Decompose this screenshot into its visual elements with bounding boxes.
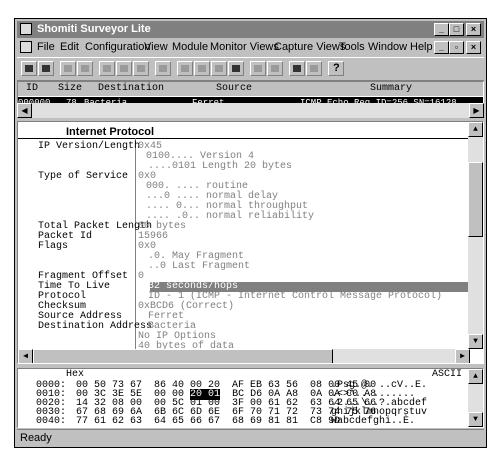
menu-bar: File Edit Configuration View Module Moni… xyxy=(17,39,484,56)
menu-file[interactable]: File xyxy=(37,41,55,53)
toolbar-print-button[interactable] xyxy=(38,61,54,76)
toolbar-graph-button[interactable] xyxy=(267,61,283,76)
toolbar-name-button[interactable] xyxy=(289,61,305,76)
menu-configuration[interactable]: Configuration xyxy=(85,41,150,53)
ascii-header: ASCII xyxy=(432,369,463,380)
close-button[interactable]: × xyxy=(466,23,481,36)
decode-scroll-thumb[interactable] xyxy=(468,162,483,237)
label-flags: Flags xyxy=(38,241,69,252)
toolbar-trigger-button[interactable] xyxy=(194,61,210,76)
menu-capture-views[interactable]: Capture Views xyxy=(274,41,345,53)
doc-restore-button[interactable]: ▫ xyxy=(449,41,464,54)
ascii-bytes[interactable]: wabcdefghi..È. xyxy=(331,416,415,427)
decode-scroll-right-button[interactable]: ▶ xyxy=(455,349,470,363)
toolbar-stats-button[interactable] xyxy=(250,61,266,76)
status-text: Ready xyxy=(20,432,52,444)
decode-hscroll-thumb[interactable] xyxy=(33,349,333,363)
hex-offset: 0040: xyxy=(36,416,67,427)
question-icon: ? xyxy=(333,62,340,74)
toolbar-save-button[interactable] xyxy=(21,61,37,76)
doc-minimize-button[interactable]: _ xyxy=(434,41,449,54)
menu-tools[interactable]: Tools xyxy=(339,41,365,53)
decode-hscrollbar[interactable]: ◀ ▶ xyxy=(18,349,470,363)
status-bar: Ready xyxy=(17,429,484,446)
toolbar-capture-button[interactable] xyxy=(155,61,171,76)
menu-module[interactable]: Module xyxy=(172,41,208,53)
section-divider xyxy=(18,138,471,139)
label-destination: Destination Address xyxy=(38,321,153,332)
toolbar: ? xyxy=(17,57,484,81)
hex-scroll-up-button[interactable]: ▲ xyxy=(468,369,483,384)
maximize-icon: □ xyxy=(453,24,460,34)
toolbar-view3-button[interactable] xyxy=(133,61,149,76)
scroll-up-button[interactable]: ▲ xyxy=(468,122,483,137)
toolbar-decode-button[interactable] xyxy=(228,61,244,76)
toolbar-play-button[interactable] xyxy=(60,61,76,76)
hex-bytes[interactable]: 77 61 62 63 64 65 66 67 68 69 81 81 C8 9… xyxy=(76,416,340,427)
value-frag-offset[interactable]: 0 xyxy=(138,271,144,282)
scroll-left-button[interactable]: ◀ xyxy=(17,103,32,118)
toolbar-filter-button[interactable] xyxy=(177,61,193,76)
col-id[interactable]: ID xyxy=(26,83,38,94)
app-icon xyxy=(20,23,32,35)
toolbar-tools-button[interactable] xyxy=(306,61,322,76)
maximize-button[interactable]: □ xyxy=(449,23,464,36)
decode-vscrollbar[interactable]: ▲ ▼ xyxy=(468,122,483,349)
col-destination[interactable]: Destination xyxy=(98,83,164,94)
scroll-down-button[interactable]: ▼ xyxy=(468,334,483,349)
label-tos: Type of Service xyxy=(38,171,129,182)
packet-list-hscrollbar[interactable]: ◀ ▶ xyxy=(17,103,484,118)
toolbar-buffer-button[interactable] xyxy=(211,61,227,76)
window-title: Shomiti Surveyor Lite xyxy=(37,23,151,35)
value-flags-2[interactable]: ..0 Last Fragment xyxy=(148,261,250,272)
menu-window[interactable]: Window xyxy=(368,41,407,53)
toolbar-stop-button[interactable] xyxy=(77,61,93,76)
decode-pane: Internet Protocol IP Version/Length 0x45… xyxy=(17,121,484,364)
hex-pane: Hex ASCII 0000: 00 50 73 67 86 40 00 20 … xyxy=(17,368,484,428)
close-icon: × xyxy=(470,24,477,34)
doc-close-button[interactable]: × xyxy=(466,41,481,54)
packet-list-header: ID Size Destination Source Summary xyxy=(18,82,483,96)
app-window: Shomiti Surveyor Lite _ □ × File Edit Co… xyxy=(14,18,487,448)
hex-header: Hex xyxy=(66,369,85,380)
toolbar-view2-button[interactable] xyxy=(116,61,132,76)
minimize-icon: _ xyxy=(438,24,444,34)
decode-scroll-left-button[interactable]: ◀ xyxy=(18,349,33,363)
minimize-button[interactable]: _ xyxy=(434,23,449,36)
title-bar: Shomiti Surveyor Lite _ □ × xyxy=(17,21,484,38)
menu-help[interactable]: Help xyxy=(410,41,433,53)
scroll-right-button[interactable]: ▶ xyxy=(469,103,484,118)
col-summary[interactable]: Summary xyxy=(370,83,412,94)
hex-vscrollbar[interactable]: ▲ ▼ xyxy=(468,369,483,427)
hex-scroll-down-button[interactable]: ▼ xyxy=(468,412,483,427)
toolbar-view1-button[interactable] xyxy=(99,61,115,76)
menu-monitor-views[interactable]: Monitor Views xyxy=(210,41,279,53)
value-ip-version-2[interactable]: ....0101 Length 20 bytes xyxy=(148,161,292,172)
section-title: Internet Protocol xyxy=(66,126,155,138)
doc-icon xyxy=(20,41,32,53)
col-size[interactable]: Size xyxy=(58,83,82,94)
menu-view[interactable]: View xyxy=(144,41,168,53)
menu-edit[interactable]: Edit xyxy=(60,41,79,53)
label-ip-version: IP Version/Length xyxy=(38,141,141,152)
col-source[interactable]: Source xyxy=(216,83,252,94)
toolbar-help-button[interactable]: ? xyxy=(328,61,344,76)
